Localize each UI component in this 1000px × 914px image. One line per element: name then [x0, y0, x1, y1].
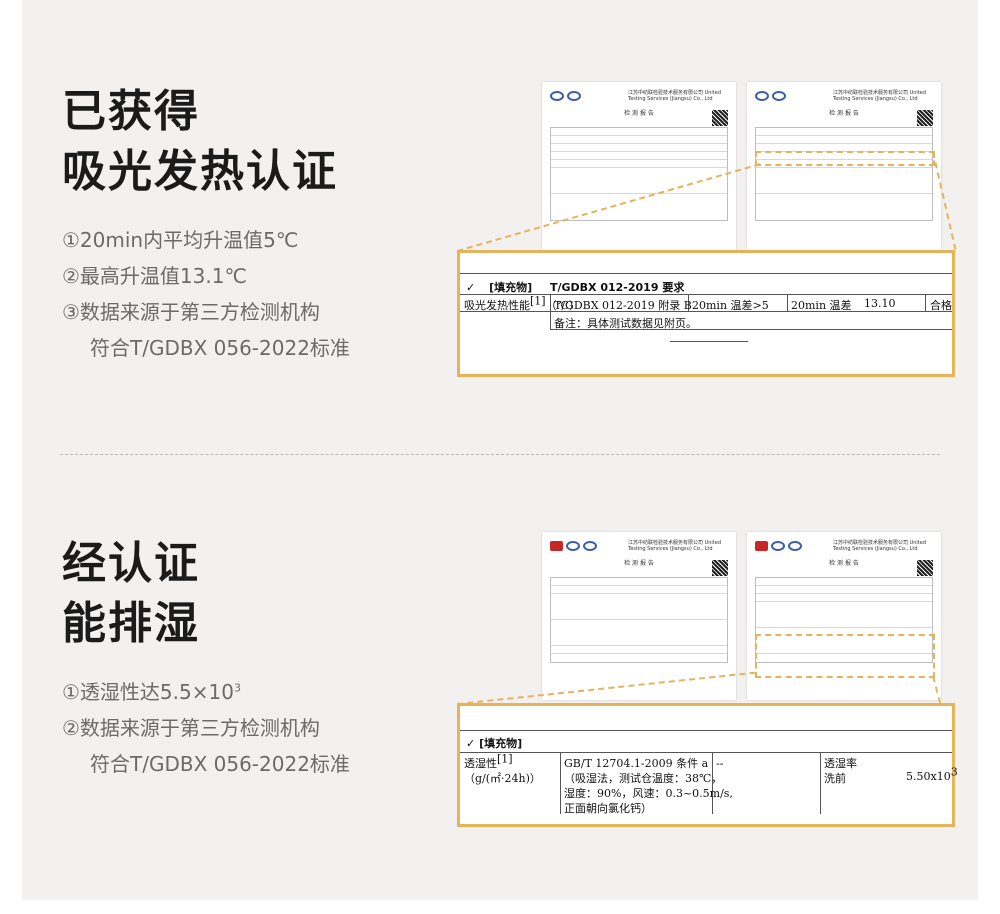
category-tag: [填充物]: [489, 281, 533, 294]
section-moisture: 经认证 能排湿 ①透湿性达5.5×103 ②数据来源于第三方检测机构 符合T/G…: [22, 466, 978, 900]
test-item-name: 透湿性: [464, 757, 497, 770]
check-icon: ✓: [466, 281, 476, 294]
zoom-callout: ✓ [填充物] 透湿性[1] （g/(㎡·24h)） GB/T 12704.1-…: [457, 703, 958, 827]
cma-logo-icon: [550, 541, 563, 551]
heading-line: 能排湿: [62, 598, 200, 649]
qr-code-icon: [712, 110, 728, 126]
section-heading: 已获得 吸光发热认证: [62, 82, 338, 202]
heading-line: 经认证: [62, 538, 200, 589]
test-requirement: --: [716, 757, 724, 770]
report-title: 检 测 报 告: [624, 560, 654, 567]
org-name: 江苏中纺联检验技术服务有限公司 United Testing Services …: [628, 90, 722, 102]
section-divider: [60, 454, 940, 455]
bullet-item: 符合T/GDBX 056-2022标准: [90, 336, 350, 360]
qr-code-icon: [917, 110, 933, 126]
result-label: 透湿率: [824, 757, 857, 770]
qr-code-icon: [917, 560, 933, 576]
footnote-mark: [1]: [497, 752, 513, 766]
zoom-header: ✓ [填充物]: [466, 736, 522, 751]
heading-line: 已获得: [62, 86, 200, 137]
test-method-line: （吸湿法，测试仓温度：38℃，: [564, 772, 723, 785]
exponent: 3: [233, 681, 241, 695]
cert-logo-icon: [583, 541, 597, 551]
report-table: [550, 127, 728, 221]
cert-logo-icon: [755, 91, 769, 101]
test-method-line: GB/T 12704.1-2009 条件 a: [564, 757, 709, 770]
standard-requirement: T/GDBX 012-2019 要求: [549, 281, 685, 294]
report-thumbnail: 江苏中纺联检验技术服务有限公司 United Testing Services …: [542, 532, 736, 700]
report-table: [755, 127, 933, 221]
cma-logo-icon: [755, 541, 768, 551]
result-sublabel: 洗前: [824, 772, 846, 785]
zoom-header: ✓ [填充物] T/GDBX 012-2019 要求: [466, 279, 684, 295]
bullet-item: ①20min内平均升温值5℃: [62, 228, 299, 252]
org-name: 江苏中纺联检验技术服务有限公司 United Testing Services …: [628, 540, 722, 552]
verdict: 合格: [930, 299, 952, 312]
result-value: 5.50x103: [906, 766, 958, 784]
cert-logo-icon: [550, 91, 564, 101]
heading-line: 吸光发热认证: [62, 146, 338, 197]
report-title: 检 测 报 告: [829, 560, 859, 567]
result-value: 13.10: [864, 297, 896, 310]
report-note: 备注：具体测试数据见附页。: [554, 317, 697, 330]
zoom-callout: ✓ [填充物] T/GDBX 012-2019 要求 吸光发热性能[1]（℃） …: [457, 250, 955, 377]
cert-logo-icon: [566, 541, 580, 551]
report-title: 检 测 报 告: [829, 110, 859, 117]
test-method-line: 正面朝向氯化钙）: [564, 802, 652, 815]
exponent: 3: [950, 765, 958, 779]
bullet-item: ③数据来源于第三方检测机构: [62, 300, 320, 324]
test-requirement: 20min 温差>5: [692, 299, 769, 312]
bullet-text: ①透湿性达5.5×10: [62, 680, 234, 704]
test-item-name: 吸光发热性能: [464, 299, 530, 312]
bullet-list: ①透湿性达5.5×103 ②数据来源于第三方检测机构 符合T/GDBX 056-…: [62, 674, 350, 782]
bullet-item: ②最高升温值13.1℃: [62, 264, 247, 288]
content-panel: 已获得 吸光发热认证 ①20min内平均升温值5℃ ②最高升温值13.1℃ ③数…: [22, 0, 978, 900]
bullet-item: ②数据来源于第三方检测机构: [62, 716, 320, 740]
org-name: 江苏中纺联检验技术服务有限公司 United Testing Services …: [833, 90, 927, 102]
test-method-line: 湿度：90%，风速：0.3~0.5m/s,: [564, 787, 733, 800]
test-method: T/GDBX 012-2019 附录 B: [554, 299, 692, 312]
footnote-mark: [1]: [530, 294, 546, 308]
report-thumbnail: 江苏中纺联检验技术服务有限公司 United Testing Services …: [542, 82, 736, 250]
report-title: 检 测 报 告: [624, 110, 654, 117]
check-icon: ✓: [466, 737, 476, 750]
report-thumbnail: 江苏中纺联检验技术服务有限公司 United Testing Services …: [747, 82, 941, 250]
result-number: 5.50x10: [906, 770, 951, 783]
bullet-item: 符合T/GDBX 056-2022标准: [90, 752, 350, 776]
highlight-box: [755, 634, 935, 678]
section-heading: 经认证 能排湿: [62, 534, 200, 654]
test-unit: （g/(㎡·24h)）: [464, 772, 541, 785]
bullet-item: ①透湿性达5.5×103: [62, 674, 350, 710]
result-label: 20min 温差: [791, 299, 852, 312]
test-item: 透湿性[1]: [464, 753, 513, 771]
cert-logo-icon: [788, 541, 802, 551]
org-name: 江苏中纺联检验技术服务有限公司 United Testing Services …: [833, 540, 927, 552]
report-table: [550, 577, 728, 663]
highlight-box: [755, 151, 935, 166]
cert-logo-icon: [567, 91, 581, 101]
category-tag: [填充物]: [479, 737, 523, 750]
cert-logo-icon: [772, 91, 786, 101]
qr-code-icon: [712, 560, 728, 576]
bullet-list: ①20min内平均升温值5℃ ②最高升温值13.1℃ ③数据来源于第三方检测机构…: [62, 222, 350, 366]
section-light-heating: 已获得 吸光发热认证 ①20min内平均升温值5℃ ②最高升温值13.1℃ ③数…: [22, 0, 978, 452]
cert-logo-icon: [771, 541, 785, 551]
